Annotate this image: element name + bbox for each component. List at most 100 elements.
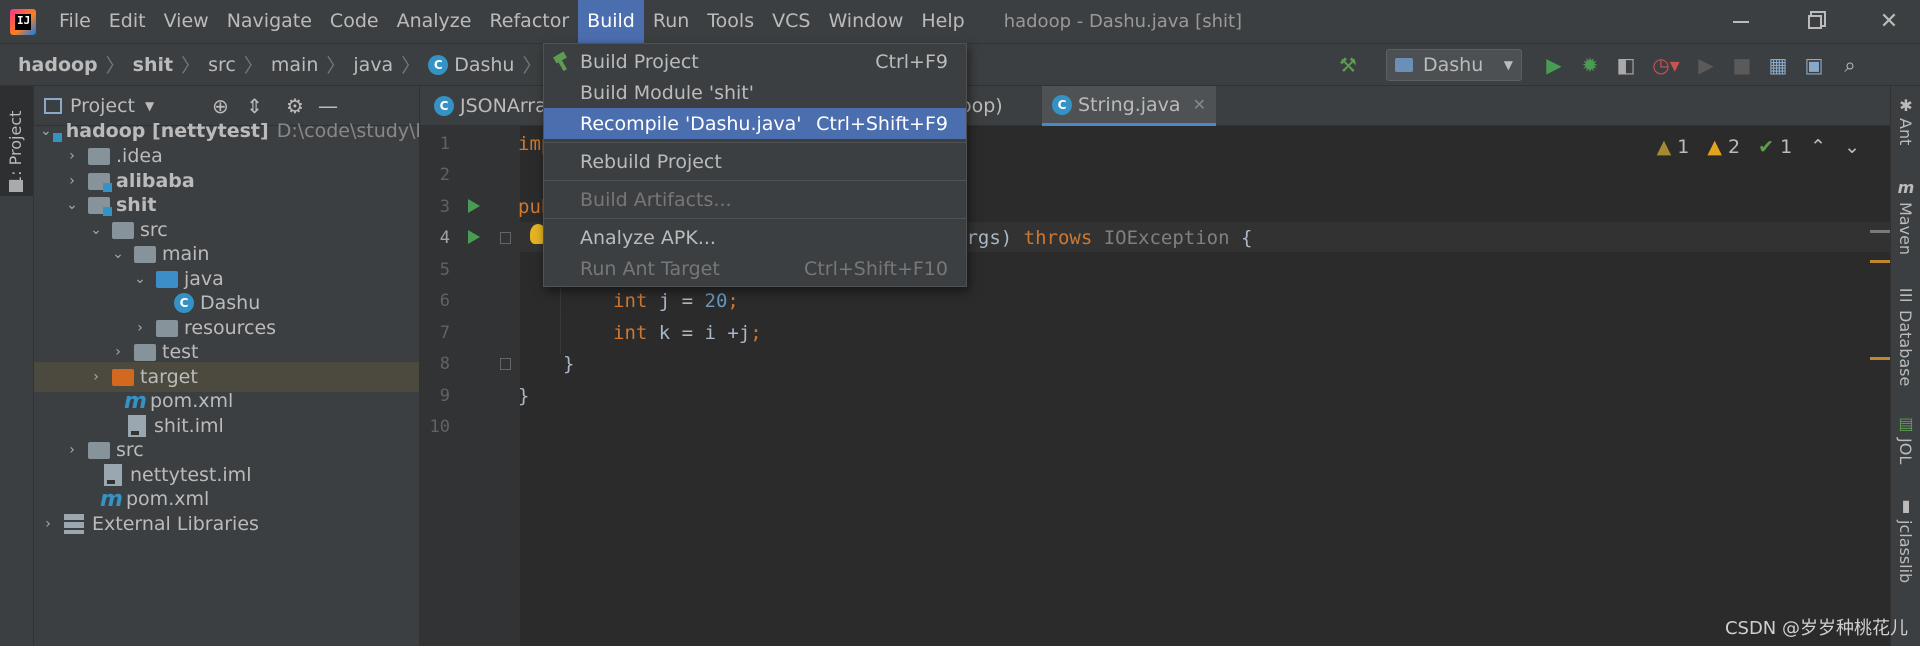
chevron-down-icon[interactable]: ⌄ (110, 246, 126, 262)
menu-build[interactable]: Build (578, 0, 644, 43)
error-stripe-marker[interactable] (1870, 230, 1890, 233)
menu-item-label: Analyze APK... (580, 226, 716, 249)
jol-icon: ▤ (1898, 414, 1914, 433)
locate-icon[interactable]: ⊕ (212, 94, 229, 118)
chevron-right-icon[interactable]: › (110, 344, 126, 360)
project-panel-title[interactable]: Project (70, 95, 135, 117)
database-tool-button[interactable]: Database (1896, 310, 1915, 386)
error-stripe-marker[interactable] (1870, 260, 1890, 263)
chevron-down-icon[interactable]: ⌄ (64, 197, 80, 213)
chevron-right-icon[interactable]: › (132, 320, 148, 336)
menu-analyze[interactable]: Analyze (388, 0, 481, 43)
project-structure-button[interactable]: ▦ (1760, 49, 1796, 81)
menu-run[interactable]: Run (644, 0, 698, 43)
close-tab-icon[interactable]: ✕ (1193, 95, 1206, 114)
menu-edit[interactable]: Edit (100, 0, 155, 43)
fold-marker-icon[interactable] (500, 232, 511, 244)
watermark: CSDN @岁岁种桃花儿 (1724, 618, 1908, 639)
menu-item-label: Build Module 'shit' (580, 81, 754, 104)
previous-highlight-icon[interactable]: ⌃ (1810, 136, 1826, 158)
chevron-down-icon[interactable]: ▼ (145, 99, 154, 113)
menu-code[interactable]: Code (321, 0, 388, 43)
project-tool-window-button[interactable]: 1: Project (0, 86, 33, 196)
menu-tools[interactable]: Tools (698, 0, 763, 43)
menu-window[interactable]: Window (819, 0, 912, 43)
intellij-logo-icon: IJ (10, 8, 36, 35)
tree-item-label: src (116, 439, 144, 461)
menu-file[interactable]: File (50, 0, 100, 43)
run-configuration-select[interactable]: Dashu ▼ (1386, 48, 1522, 81)
warning-count[interactable]: ▲ 2 (1707, 136, 1740, 158)
breadcrumb-class[interactable]: C Dashu (428, 54, 514, 76)
tree-item-label: test (162, 341, 199, 363)
breadcrumb-java[interactable]: java (353, 54, 393, 76)
code-line-8: } (563, 353, 575, 375)
class-icon: C (434, 96, 454, 116)
breadcrumb-shit[interactable]: shit (133, 54, 173, 76)
application-config-icon (1395, 57, 1413, 72)
tab-partial[interactable]: oop) (960, 86, 1013, 126)
close-window-button[interactable]: ✕ (1860, 0, 1918, 43)
breadcrumb-hadoop[interactable]: hadoop (18, 54, 98, 76)
inspection-widget[interactable]: ▲ 1 ▲ 2 ✔ 1 ⌃ ⌄ (1657, 136, 1860, 158)
hide-icon[interactable]: — (318, 94, 338, 118)
tree-item-external-libraries[interactable]: › External Libraries (34, 509, 419, 539)
minimize-button[interactable] (1712, 0, 1770, 43)
menu-vcs[interactable]: VCS (763, 0, 819, 43)
breadcrumb-main[interactable]: main (271, 54, 318, 76)
debug-button[interactable]: ✹ (1572, 49, 1608, 81)
weak-warning-count[interactable]: ▲ 1 (1657, 136, 1690, 158)
chevron-right-icon[interactable]: › (40, 516, 56, 532)
menu-help[interactable]: Help (912, 0, 973, 43)
tree-item-label: hadoop [nettytest] (65, 120, 269, 142)
line-number: 2 (439, 165, 450, 185)
chevron-right-icon[interactable]: › (88, 369, 104, 385)
maven-tool-button[interactable]: Maven (1896, 202, 1915, 255)
ant-tool-button[interactable]: Ant (1896, 118, 1915, 145)
tab-jsonarray[interactable]: C JSONArra (424, 86, 557, 126)
database-icon: ☰ (1898, 286, 1914, 305)
run-gutter-icon[interactable] (468, 230, 480, 244)
search-icon: ⌕ (1844, 52, 1856, 77)
menu-view[interactable]: View (155, 0, 218, 43)
coverage-button[interactable]: ◧ (1608, 49, 1644, 81)
close-icon: ✕ (1879, 9, 1899, 34)
iml-file-icon (128, 415, 146, 437)
line-number: 1 (439, 134, 450, 154)
profile-button[interactable]: ◷▾ (1644, 49, 1688, 81)
jol-tool-button[interactable]: JOL (1896, 438, 1915, 464)
maximize-button[interactable] (1786, 0, 1844, 43)
folder-icon (112, 221, 134, 239)
fold-marker-icon[interactable] (500, 358, 511, 370)
source-folder-icon (156, 270, 178, 288)
warning-value: 2 (1728, 136, 1741, 158)
search-everywhere-button[interactable]: ⌕ (1832, 49, 1868, 81)
menu-refactor[interactable]: Refactor (480, 0, 578, 43)
run-gutter-icon[interactable] (468, 199, 480, 213)
build-module-item[interactable]: Build Module 'shit' (544, 77, 966, 108)
recompile-item[interactable]: Recompile 'Dashu.java' Ctrl+Shift+F9 (544, 108, 966, 139)
breadcrumb-src[interactable]: src (208, 54, 236, 76)
tab-string-java[interactable]: C String.java ✕ (1042, 86, 1216, 126)
next-highlight-icon[interactable]: ⌄ (1844, 136, 1860, 158)
chevron-right-icon[interactable]: › (64, 173, 80, 189)
chevron-right-icon[interactable]: › (64, 442, 80, 458)
run-button[interactable]: ▶ (1536, 49, 1572, 81)
analyze-apk-item[interactable]: Analyze APK... (544, 222, 966, 253)
code-token: k = i +j (647, 322, 751, 344)
chevron-down-icon[interactable]: ⌄ (40, 123, 52, 139)
jclasslib-tool-button[interactable]: jclasslib (1896, 520, 1915, 583)
collapse-all-icon[interactable]: ⇕ (246, 94, 263, 118)
chevron-down-icon[interactable]: ⌄ (88, 222, 104, 238)
ok-count[interactable]: ✔ 1 (1758, 136, 1792, 158)
rebuild-project-item[interactable]: Rebuild Project (544, 146, 966, 177)
terminal-button[interactable]: ▣ (1796, 49, 1832, 81)
chevron-down-icon[interactable]: ⌄ (132, 271, 148, 287)
menu-bar: IJ File Edit View Navigate Code Analyze … (0, 0, 1920, 43)
error-stripe-marker[interactable] (1870, 357, 1890, 360)
chevron-right-icon[interactable]: › (64, 148, 80, 164)
menu-navigate[interactable]: Navigate (218, 0, 321, 43)
build-hammer-button[interactable]: ⚒ (1330, 49, 1366, 81)
build-project-item[interactable]: Build Project Ctrl+F9 (544, 46, 966, 77)
gear-icon[interactable]: ⚙ (286, 94, 304, 118)
